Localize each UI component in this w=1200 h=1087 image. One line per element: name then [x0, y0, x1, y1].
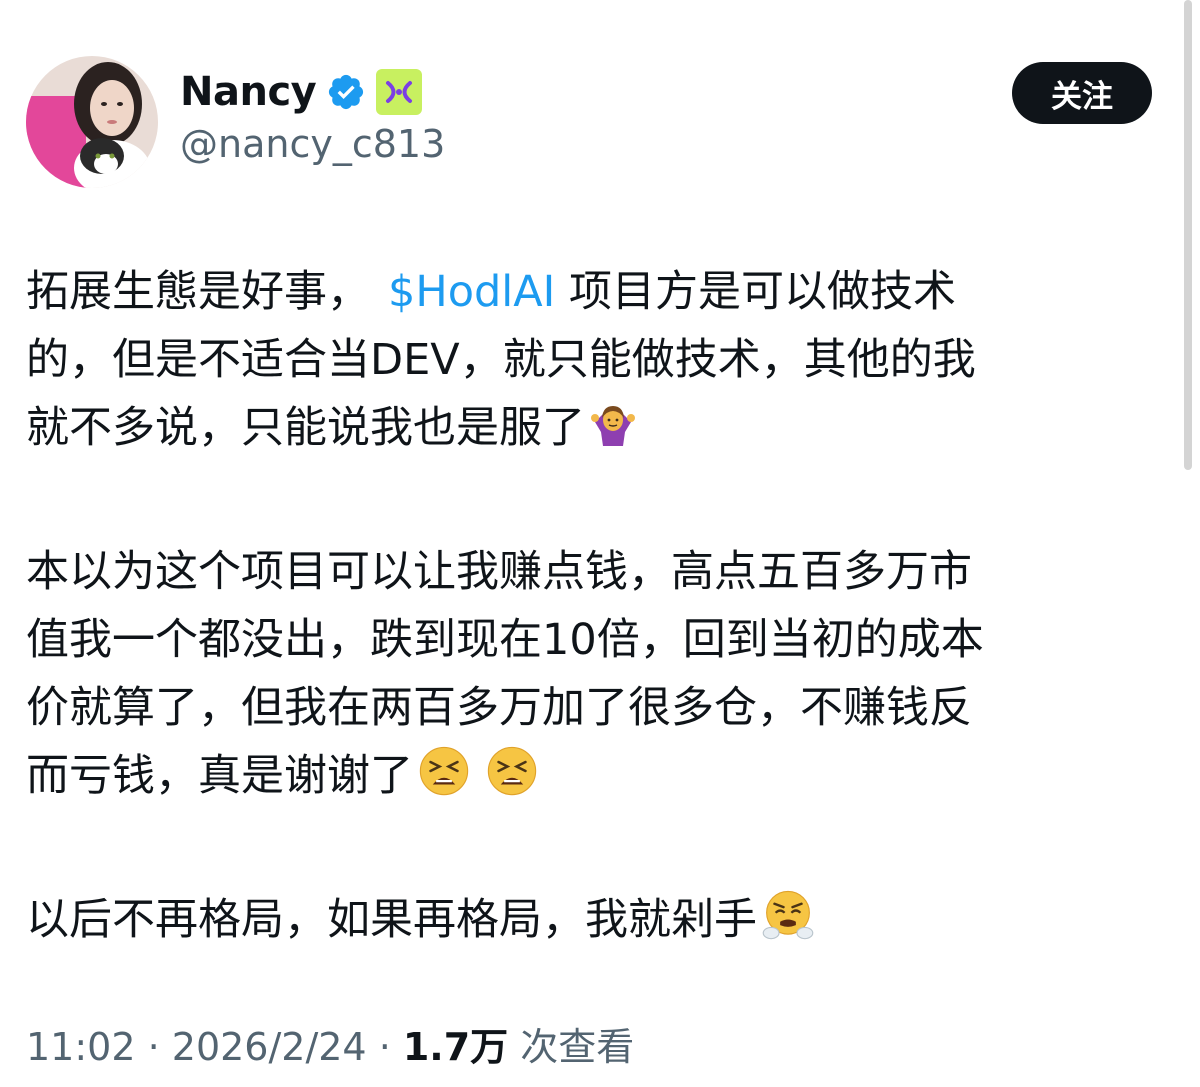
tweet-text: 拓展生態是好事， $HodlAI 项目方是可以做技术 的，但是不适合当DEV，就只… — [26, 258, 1154, 962]
avatar[interactable] — [26, 56, 158, 188]
tweet-paragraph-1: 拓展生態是好事， $HodlAI 项目方是可以做技术 的，但是不适合当DEV，就只… — [26, 258, 1154, 470]
scrollbar[interactable] — [1184, 0, 1192, 470]
tweet-date[interactable]: 2026/2/24 — [172, 1025, 367, 1069]
views-count[interactable]: 1.7万 — [403, 1025, 508, 1069]
tweet-text-line: 价就算了，但我在两百多万加了很多仓，不赚钱反 — [26, 683, 972, 733]
tweet-text-line: 本以为这个项目可以让我赚点钱，高点五百多万市 — [26, 547, 972, 597]
views-label: 次查看 — [508, 1025, 635, 1069]
follow-button[interactable]: 关注 — [1012, 62, 1152, 124]
tweet-text-line: 的，但是不适合当DEV，就只能做技术，其他的我 — [26, 335, 976, 385]
tweet-text-line: 而亏钱，真是谢谢了 — [26, 751, 413, 801]
tweet-paragraph-2: 本以为这个项目可以让我赚点钱，高点五百多万市 值我一个都没出，跌到现在10倍，回… — [26, 538, 1154, 818]
tired-face-emoji-icon — [417, 744, 471, 818]
author-handle[interactable]: @nancy_c813 — [180, 122, 445, 166]
tweet-time[interactable]: 11:02 — [26, 1025, 136, 1069]
tweet-meta: 11:02 · 2026/2/24 · 1.7万 次查看 — [26, 1016, 634, 1071]
author-display-name[interactable]: Nancy — [180, 69, 317, 115]
tweet-text-line: 就不多说，只能说我也是服了 — [26, 403, 585, 453]
meta-separator: · — [366, 1025, 403, 1069]
verified-badge-icon[interactable] — [326, 72, 366, 112]
affiliate-badge-icon[interactable] — [376, 69, 423, 115]
tweet-text-segment: 拓展生態是好事， — [26, 267, 370, 317]
meta-separator: · — [135, 1025, 172, 1069]
tired-face-emoji-icon — [485, 744, 539, 818]
tweet-paragraph-3: 以后不再格局，如果再格局，我就剁手 — [26, 886, 1154, 962]
tweet-text-segment: 项目方是可以做技术 — [555, 267, 957, 317]
author-name-row: Nancy — [180, 64, 423, 120]
person-shrugging-emoji-icon — [589, 402, 637, 470]
face-with-steam-emoji-icon — [761, 888, 815, 962]
tweet-text-line: 以后不再格局，如果再格局，我就剁手 — [26, 895, 757, 945]
tweet-text-line: 值我一个都没出，跌到现在10倍，回到当初的成本 — [26, 615, 984, 665]
cashtag-link[interactable]: $HodlAI — [370, 267, 555, 317]
